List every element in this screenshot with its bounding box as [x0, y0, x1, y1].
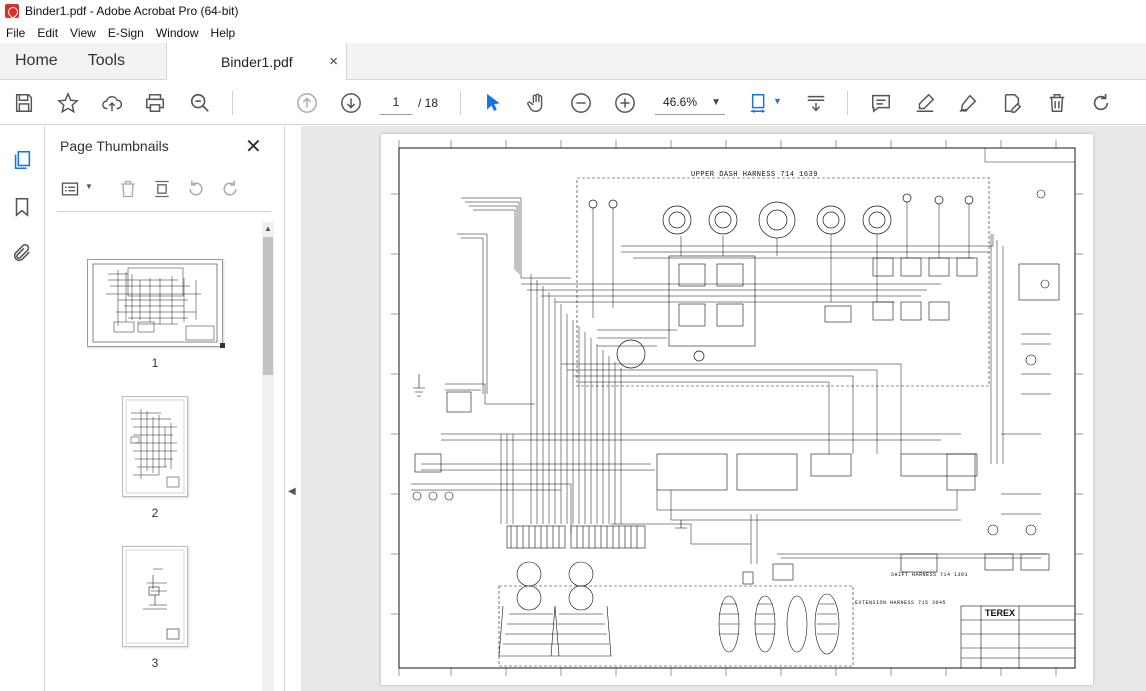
save-icon[interactable]	[12, 91, 36, 115]
zoom-level-value: 46.6%	[663, 95, 698, 109]
close-panel-icon[interactable]: ✕	[245, 134, 262, 159]
extract-page-icon[interactable]	[151, 178, 173, 200]
left-navigation-rail	[0, 126, 45, 691]
tab-tools[interactable]: Tools	[73, 43, 140, 79]
title-bar: Binder1.pdf - Adobe Acrobat Pro (64-bit)	[0, 0, 1146, 22]
acrobat-icon	[5, 4, 19, 18]
delete-page-icon[interactable]	[117, 178, 139, 200]
window-title: Binder1.pdf - Adobe Acrobat Pro (64-bit)	[25, 4, 239, 18]
selected-marker	[220, 343, 225, 348]
thumbnail-number-3: 3	[151, 656, 159, 670]
menu-edit[interactable]: Edit	[31, 26, 64, 40]
tab-document[interactable]: Binder1.pdf ×	[166, 43, 348, 81]
rotate-cw-icon[interactable]	[219, 178, 241, 200]
print-icon[interactable]	[143, 91, 167, 115]
zoom-out-icon[interactable]	[569, 91, 593, 115]
pdf-page: UPPER DASH HARNESS 714 1639 SHIFT HARNES…	[381, 134, 1093, 685]
panel-title: Page Thumbnails	[60, 138, 169, 154]
zoom-in-icon[interactable]	[613, 91, 637, 115]
toolbar-divider	[460, 91, 461, 115]
page-total: / 18	[418, 96, 439, 110]
page-down-icon[interactable]	[339, 91, 363, 115]
page-fit-chevron-icon[interactable]: ▼	[773, 96, 782, 106]
attachment-icon[interactable]	[10, 241, 34, 265]
thumbnail-options-icon[interactable]	[59, 178, 81, 200]
star-icon[interactable]	[56, 91, 80, 115]
trash-icon[interactable]	[1045, 91, 1069, 115]
comment-icon[interactable]	[869, 91, 893, 115]
thumbnail-toolbar: ▼	[57, 168, 271, 212]
scrollbar-thumb[interactable]	[263, 237, 273, 375]
zoom-level-dropdown[interactable]: 46.6% ▼	[655, 90, 725, 115]
document-viewer[interactable]: UPPER DASH HARNESS 714 1639 SHIFT HARNES…	[301, 126, 1146, 691]
draw-sign-icon[interactable]	[956, 91, 980, 115]
highlight-pen-icon[interactable]	[913, 91, 937, 115]
toolbar-divider	[847, 91, 848, 115]
page-thumbnails-icon[interactable]	[10, 148, 34, 172]
options-chevron-icon[interactable]: ▼	[85, 182, 93, 191]
menu-esign[interactable]: E-Sign	[102, 26, 150, 40]
thumbnail-number-1: 1	[151, 356, 159, 370]
page-thumbnail-1[interactable]	[87, 259, 225, 348]
shift-harness-label: SHIFT HARNESS 714 1301	[891, 572, 969, 578]
edit-pdf-icon[interactable]	[1000, 91, 1024, 115]
menu-window[interactable]: Window	[150, 26, 205, 40]
select-cursor-icon[interactable]	[481, 91, 505, 115]
tab-home[interactable]: Home	[0, 43, 73, 79]
page-number-input[interactable]: 1	[379, 90, 413, 115]
redo-rotate-icon[interactable]	[1089, 91, 1113, 115]
toolbar-divider	[232, 91, 233, 115]
upper-dash-harness-label: UPPER DASH HARNESS 714 1639	[691, 171, 818, 179]
tab-bar: Home Tools Binder1.pdf ×	[0, 43, 1146, 81]
main-toolbar: 1 / 18 46.6% ▼ ▼	[0, 81, 1146, 125]
menu-file[interactable]: File	[0, 26, 31, 40]
bookmark-icon[interactable]	[10, 195, 34, 219]
chevron-down-icon: ▼	[711, 97, 721, 108]
thumbnails-panel: Page Thumbnails ✕ ▼ 1 2 3	[45, 126, 285, 691]
collapse-panel-icon[interactable]: ◀	[288, 486, 296, 497]
thumbnail-list: 1 2 3	[57, 221, 262, 691]
page-thumbnail-3[interactable]	[122, 546, 188, 647]
rotate-ccw-icon[interactable]	[185, 178, 207, 200]
page-thumbnail-2[interactable]	[122, 396, 188, 497]
scroll-mode-icon[interactable]	[804, 91, 828, 115]
close-tab-icon[interactable]: ×	[329, 53, 338, 70]
thumbnail-number-2: 2	[151, 506, 159, 520]
thumbnail-scrollbar[interactable]: ▲	[262, 222, 274, 691]
cloud-upload-icon[interactable]	[100, 91, 124, 115]
hand-tool-icon[interactable]	[525, 91, 549, 115]
terex-logo: TEREX	[985, 608, 1016, 618]
page-fit-icon[interactable]	[748, 91, 772, 115]
scroll-up-icon[interactable]: ▲	[264, 224, 272, 233]
wiring-schematic	[391, 140, 1083, 676]
extension-harness-label: EXTENSION HARNESS 715 3045	[855, 600, 947, 606]
menu-help[interactable]: Help	[205, 26, 242, 40]
menu-view[interactable]: View	[64, 26, 102, 40]
page-up-icon[interactable]	[295, 91, 319, 115]
menu-bar: File Edit View E-Sign Window Help	[0, 22, 1146, 43]
zoom-search-icon[interactable]	[188, 91, 212, 115]
document-tab-label: Binder1.pdf	[221, 53, 293, 70]
